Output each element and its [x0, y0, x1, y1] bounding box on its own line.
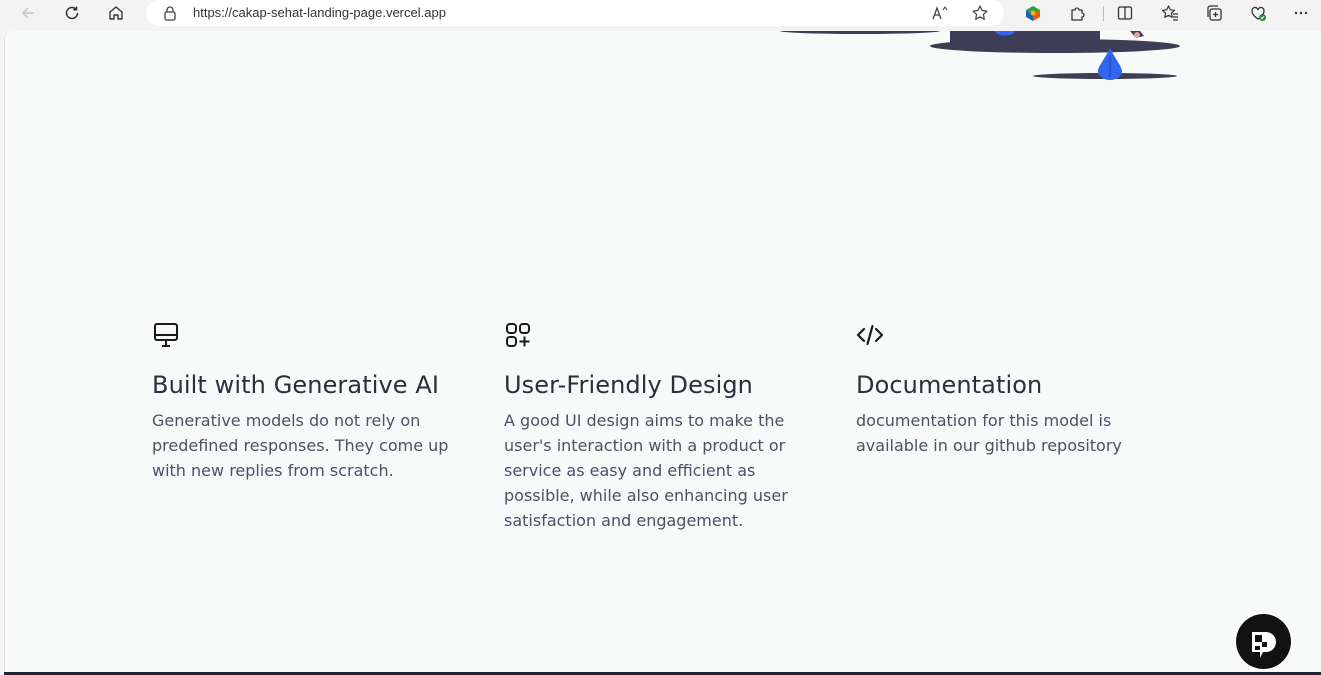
code-icon	[856, 324, 884, 346]
extensions-puzzle-icon[interactable]	[1064, 1, 1090, 25]
url-text[interactable]: https://cakap-sehat-landing-page.vercel.…	[193, 5, 446, 20]
page-content: Built with Generative AI Generative mode…	[4, 31, 1321, 674]
feature-generative-ai: Built with Generative AI Generative mode…	[152, 321, 472, 483]
address-bar[interactable]: https://cakap-sehat-landing-page.vercel.…	[146, 0, 1004, 26]
feature-description: Generative models do not rely on predefi…	[152, 411, 449, 480]
extension-colorful-icon[interactable]	[1020, 1, 1046, 25]
feature-documentation: Documentation documentation for this mod…	[856, 321, 1176, 458]
hero-illustration	[780, 31, 1180, 80]
browser-essentials-icon[interactable]	[1245, 1, 1271, 25]
feature-title: Documentation	[856, 371, 1043, 399]
chat-widget-icon	[1251, 631, 1276, 658]
back-icon[interactable]	[15, 1, 41, 25]
toolbar-divider	[1103, 6, 1104, 21]
feature-title: Built with Generative AI	[152, 371, 440, 399]
browser-toolbar: https://cakap-sehat-landing-page.vercel.…	[0, 0, 1321, 28]
chat-widget-button[interactable]	[1236, 614, 1291, 669]
monitor-icon	[154, 323, 178, 347]
feature-title: User-Friendly Design	[504, 371, 753, 399]
favorite-star-icon[interactable]	[971, 4, 989, 22]
split-screen-icon[interactable]	[1112, 1, 1138, 25]
refresh-icon[interactable]	[59, 1, 85, 25]
home-icon[interactable]	[103, 1, 129, 25]
more-icon[interactable]	[1288, 1, 1314, 25]
feature-user-friendly-design: User-Friendly Design A good UI design ai…	[504, 321, 824, 533]
feature-description: documentation for this model is availabl…	[856, 411, 1122, 455]
favorites-icon[interactable]	[1157, 1, 1183, 25]
lock-icon[interactable]	[162, 4, 178, 22]
read-aloud-icon[interactable]	[931, 4, 949, 22]
feature-description: A good UI design aims to make the user's…	[504, 411, 788, 530]
collections-icon[interactable]	[1201, 1, 1227, 25]
apps-add-icon	[506, 323, 530, 347]
